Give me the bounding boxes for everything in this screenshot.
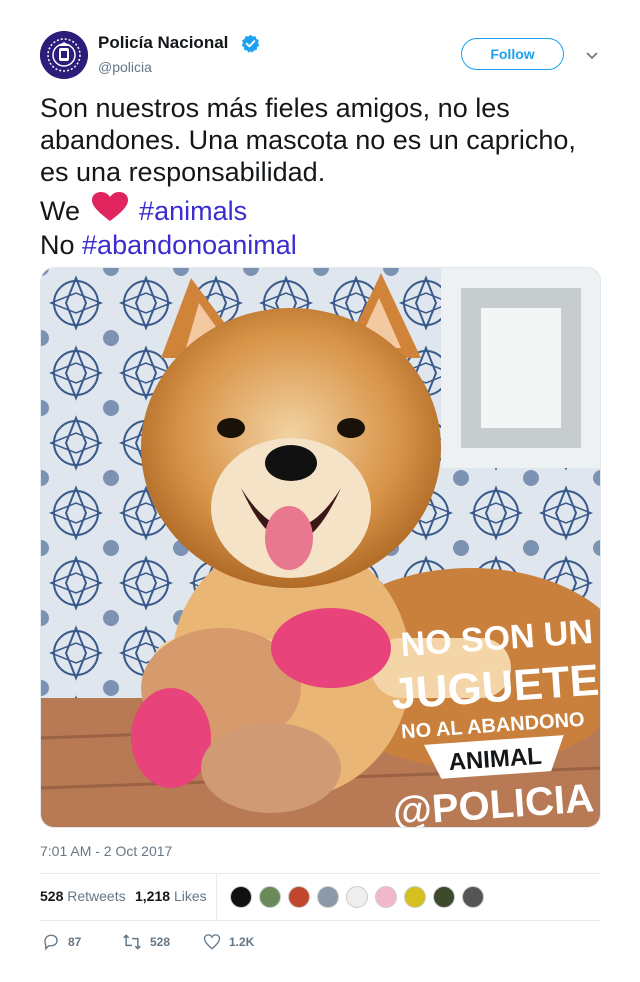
tweet-word-no: No bbox=[40, 230, 75, 260]
engagement-stats: 528 Retweets 1,218 Likes bbox=[40, 874, 600, 920]
tweet-text: Son nuestros más fieles amigos, no les a… bbox=[40, 92, 600, 261]
reply-icon bbox=[44, 934, 58, 951]
liker-avatar[interactable] bbox=[259, 886, 281, 908]
tweet-word-we: We bbox=[40, 196, 81, 226]
user-handle[interactable]: @policia bbox=[98, 59, 152, 75]
dog-photo-illustration: NO SON UN JUGUETE NO AL ABANDONO ANIMAL … bbox=[41, 268, 600, 827]
liker-avatar[interactable] bbox=[462, 886, 484, 908]
liker-avatar[interactable] bbox=[346, 886, 368, 908]
police-badge-logo bbox=[40, 31, 88, 79]
tweet-photo[interactable]: NO SON UN JUGUETE NO AL ABANDONO ANIMAL … bbox=[40, 267, 601, 828]
like-button[interactable]: 1.2K bbox=[203, 933, 254, 951]
liker-avatar[interactable] bbox=[230, 886, 252, 908]
divider bbox=[40, 920, 600, 921]
liker-avatar[interactable] bbox=[288, 886, 310, 908]
tweet-actions: 87 528 1.2K bbox=[40, 926, 600, 958]
reply-button[interactable]: 87 bbox=[42, 933, 81, 951]
tweet-line: es una responsabilidad. bbox=[40, 157, 326, 187]
heart-emoji-icon bbox=[91, 192, 128, 229]
chevron-down-icon[interactable] bbox=[584, 47, 600, 63]
stats-separator bbox=[216, 874, 217, 920]
reply-count: 87 bbox=[68, 935, 82, 949]
liker-avatar[interactable] bbox=[433, 886, 455, 908]
tweet-line: abandones. Una mascota no es un capricho… bbox=[40, 125, 576, 155]
hashtag-animals-link[interactable]: #animals bbox=[139, 196, 247, 226]
liker-avatar[interactable] bbox=[375, 886, 397, 908]
hashtag-abandonoanimal-link[interactable]: #abandonoanimal bbox=[82, 230, 297, 260]
retweets-stat[interactable]: 528 Retweets bbox=[40, 888, 126, 904]
liker-avatar[interactable] bbox=[404, 886, 426, 908]
avatar[interactable] bbox=[40, 31, 88, 79]
tweet-timestamp[interactable]: 7:01 AM - 2 Oct 2017 bbox=[40, 843, 172, 859]
retweets-count: 528 bbox=[40, 888, 64, 904]
likes-label: Likes bbox=[173, 888, 207, 904]
likes-count: 1,218 bbox=[135, 888, 171, 904]
tweet-line: Son nuestros más fieles amigos, no les bbox=[40, 93, 510, 123]
retweet-count: 528 bbox=[150, 935, 171, 949]
verified-badge-icon bbox=[241, 34, 260, 53]
like-icon bbox=[203, 934, 221, 950]
follow-button[interactable]: Follow bbox=[461, 38, 564, 70]
display-name[interactable]: Policía Nacional bbox=[98, 33, 228, 53]
like-count: 1.2K bbox=[229, 935, 255, 949]
retweet-button[interactable]: 528 bbox=[122, 933, 170, 951]
liker-avatar[interactable] bbox=[317, 886, 339, 908]
likes-stat[interactable]: 1,218 Likes bbox=[135, 888, 207, 904]
retweet-icon bbox=[123, 934, 141, 950]
retweets-label: Retweets bbox=[67, 888, 126, 904]
